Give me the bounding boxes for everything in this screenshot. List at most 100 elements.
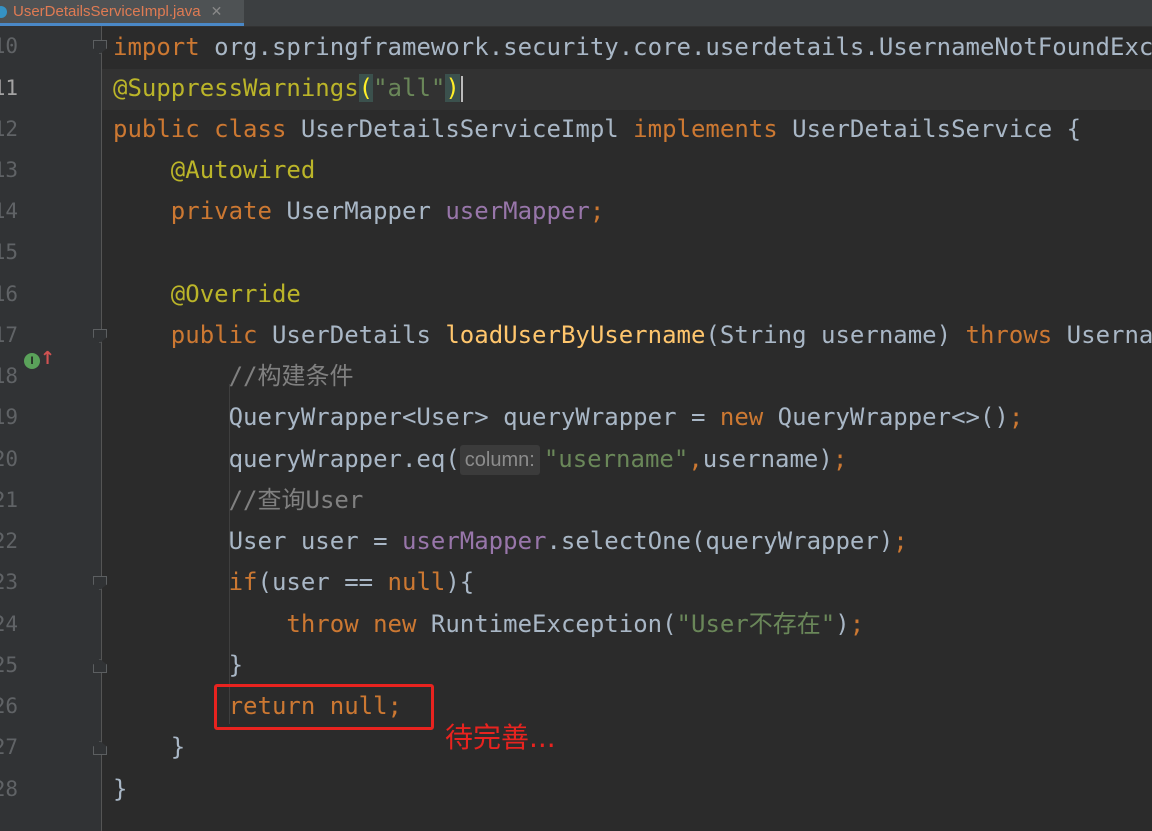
code-text: RuntimeException( <box>416 610 677 638</box>
code-line: User user = userMapper.selectOne(queryWr… <box>113 521 908 562</box>
fold-toggle-icon[interactable] <box>93 40 107 54</box>
code-line: private UserMapper userMapper; <box>113 191 605 232</box>
code-line: @SuppressWarnings("all") <box>113 68 463 109</box>
code-line: } <box>113 769 127 810</box>
field-name: userMapper <box>401 527 547 555</box>
line-number: 27 <box>0 735 18 759</box>
keyword: new <box>373 610 417 638</box>
keyword: if <box>113 568 258 596</box>
code-text: User user = <box>113 527 402 555</box>
code-line: } <box>113 727 185 768</box>
keyword: throw <box>113 610 359 638</box>
punctuation: , <box>688 445 703 473</box>
code-line: @Override <box>113 274 301 315</box>
punctuation: ; <box>1008 403 1024 431</box>
line-number-gutter: 10 11 12 13 14 15 16 17 18 19 20 21 22 2… <box>0 26 107 831</box>
keyword: implements <box>633 115 778 143</box>
annotation: @Override <box>113 280 301 308</box>
code-text: (String username) <box>705 321 966 349</box>
code-text: .selectOne(queryWrapper) <box>546 527 894 555</box>
code-line: if(user == null){ <box>113 562 475 603</box>
keyword: throws <box>965 321 1053 349</box>
line-number: 13 <box>0 158 18 182</box>
comment: //构建条件 <box>113 362 354 390</box>
code-text: UserDetails <box>257 321 446 349</box>
code-line: throw new RuntimeException("User不存在"); <box>113 604 864 645</box>
code-line: //查询User <box>113 480 364 521</box>
code-text: QueryWrapper<>() <box>763 403 1009 431</box>
line-number: 23 <box>0 570 18 594</box>
code-text: } <box>113 775 128 803</box>
code-line: import org.springframework.security.core… <box>113 27 1152 68</box>
code-text: } <box>113 733 186 761</box>
line-number: 24 <box>0 612 18 636</box>
line-number: 18 <box>0 364 18 388</box>
tab-userdetailsserviceimpl[interactable]: UserDetailsServiceImpl.java ✕ <box>0 0 244 26</box>
paren-highlight: ( <box>358 74 374 102</box>
close-icon[interactable]: ✕ <box>211 3 223 20</box>
code-text: UsernameNotFoundException { <box>1066 321 1152 349</box>
line-number: 21 <box>0 488 18 512</box>
keyword: null <box>387 568 446 596</box>
keyword: public class <box>113 115 287 143</box>
override-arrow-icon[interactable]: ↑ <box>40 348 55 369</box>
code-line: QueryWrapper<User> queryWrapper = new Qu… <box>113 397 1024 438</box>
code-text: queryWrapper.eq( <box>113 445 460 473</box>
code-line: } <box>113 645 243 686</box>
code-line: public UserDetails loadUserByUsername(St… <box>113 315 1152 356</box>
punctuation: ; <box>589 197 605 225</box>
line-number: 10 <box>0 34 18 58</box>
line-number: 25 <box>0 653 18 677</box>
string-literal: "all" <box>373 74 446 102</box>
fold-toggle-icon[interactable] <box>93 576 107 590</box>
keyword: private <box>113 197 272 225</box>
parameter-hint: column: <box>459 445 540 475</box>
punctuation: ; <box>849 610 865 638</box>
code-text: ) <box>835 610 850 638</box>
string-literal: "username" <box>543 445 689 473</box>
keyword: public <box>113 321 258 349</box>
line-number: 22 <box>0 529 18 553</box>
fold-toggle-icon[interactable] <box>93 659 107 673</box>
code-text: UserMapper <box>271 197 446 225</box>
tab-filename: UserDetailsServiceImpl.java <box>13 3 201 20</box>
punctuation: ; <box>832 445 848 473</box>
method-name: loadUserByUsername <box>445 321 706 349</box>
code-line: public class UserDetailsServiceImpl impl… <box>113 109 1081 150</box>
line-number: 28 <box>0 777 18 801</box>
code-line: queryWrapper.eq(column: "username",userna… <box>113 439 847 480</box>
code-text: UserDetailsService { <box>777 115 1082 143</box>
code-text: UserDetailsServiceImpl <box>286 115 634 143</box>
highlight-box <box>214 684 434 730</box>
line-number: 19 <box>0 405 18 429</box>
line-number: 26 <box>0 694 18 718</box>
code-text: ){ <box>445 568 475 596</box>
java-class-icon <box>0 5 7 18</box>
paren-highlight: ) <box>445 74 460 102</box>
fold-toggle-icon[interactable] <box>93 741 107 755</box>
code-text: username) <box>702 445 833 473</box>
fold-toggle-icon[interactable] <box>93 329 107 343</box>
line-number: 12 <box>0 117 18 141</box>
code-text: (user == <box>257 568 388 596</box>
line-number: 17 <box>0 323 18 347</box>
annotation: @Autowired <box>113 156 316 184</box>
keyword: new <box>719 403 764 431</box>
punctuation: ; <box>893 527 908 555</box>
string-literal: "User不存在" <box>676 610 836 638</box>
code-text: } <box>113 651 244 679</box>
annotation: @SuppressWarnings <box>113 74 359 102</box>
code-line: @Autowired <box>113 150 316 191</box>
line-number: 14 <box>0 199 18 223</box>
comment: //查询User <box>113 486 364 514</box>
line-number: 15 <box>0 240 18 264</box>
implements-gutter-icon[interactable]: I <box>24 353 40 369</box>
code-text: org.springframework.security.core.userde… <box>199 33 1152 61</box>
line-number: 16 <box>0 282 18 306</box>
code-line: //构建条件 <box>113 356 354 397</box>
line-number: 11 <box>0 76 18 100</box>
code-text: QueryWrapper<User> queryWrapper = <box>113 403 720 431</box>
field-name: userMapper <box>445 197 590 225</box>
annotation-note: 待完善... <box>445 721 556 754</box>
